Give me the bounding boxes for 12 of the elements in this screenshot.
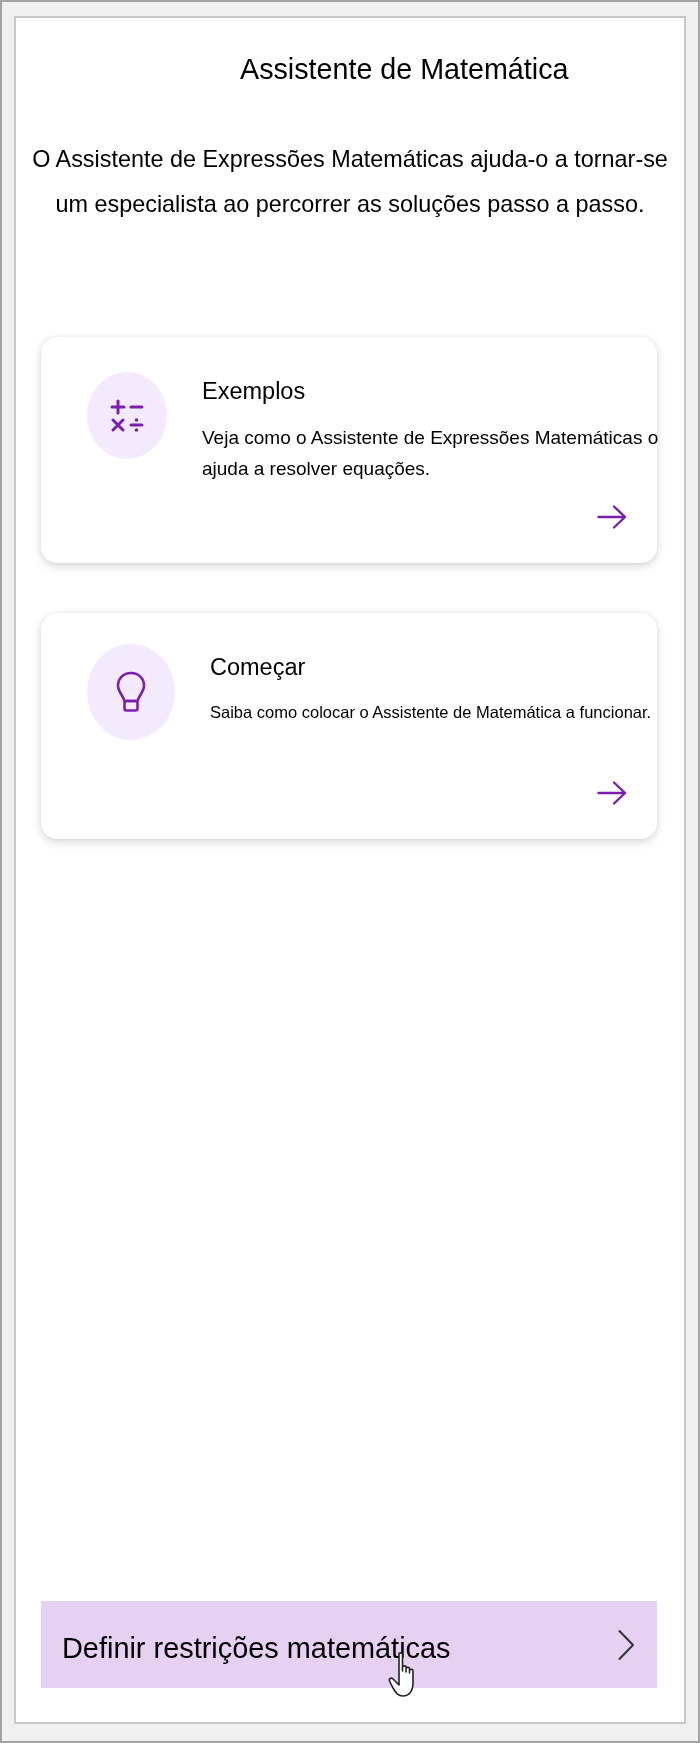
panel-title: Assistente de Matemática bbox=[240, 52, 569, 86]
card-description: Saiba como colocar o Assistente de Matemática a funcionar. bbox=[210, 702, 652, 723]
card-title: Começar bbox=[210, 653, 307, 681]
chevron-right-icon bbox=[617, 1628, 635, 1661]
card-description: Veja como o Assistente de Expressões Matemáticas o ajuda a resolver equações. bbox=[202, 426, 660, 481]
set-math-constraints-button[interactable]: Definir restrições matemáticas bbox=[41, 1601, 657, 1688]
feature-card[interactable]: Começar Saiba como colocar o Assistente de Matemática a funcionar. bbox=[41, 613, 657, 839]
intro-text: O Assistente de Expressões Matemáticas ajuda-o a tornar-se um especialista ao percorrer as soluções passo a passo. bbox=[31, 145, 669, 219]
arrow-right-icon[interactable] bbox=[597, 781, 627, 805]
card-title: Exemplos bbox=[202, 377, 307, 405]
feature-card[interactable]: Exemplos Veja como o Assistente de Expressões Matemáticas o ajuda a resolver equações. bbox=[41, 337, 657, 563]
arrow-right-icon[interactable] bbox=[597, 505, 627, 529]
